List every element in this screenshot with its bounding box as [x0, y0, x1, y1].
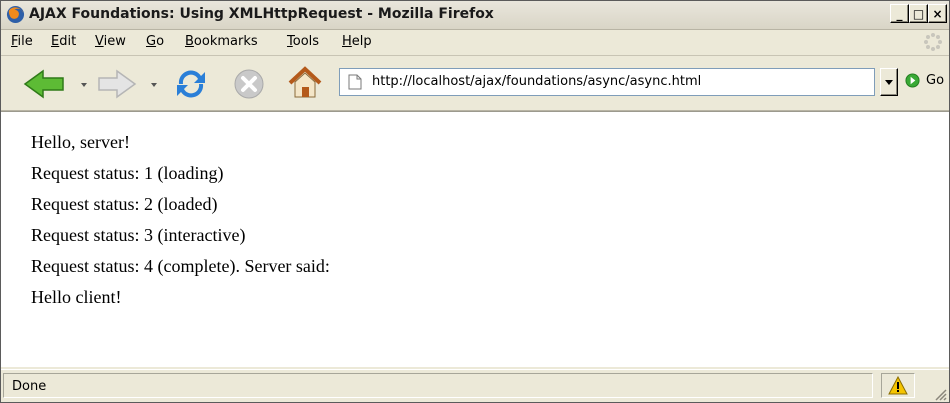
status-bar: Done [1, 369, 949, 402]
go-label: Go [926, 73, 945, 88]
content-line: Request status: 3 (interactive) [31, 225, 246, 245]
go-button[interactable]: Go [905, 73, 944, 88]
menu-view[interactable]: View [95, 34, 126, 49]
content-line: Hello client! [31, 287, 122, 307]
url-dropdown-button[interactable] [880, 68, 898, 96]
back-icon[interactable] [23, 69, 67, 99]
content-line: Request status: 2 (loaded) [31, 194, 218, 214]
menu-tools[interactable]: Tools [287, 34, 319, 49]
forward-history-dropdown[interactable] [151, 83, 157, 87]
home-icon[interactable] [287, 66, 323, 100]
url-bar[interactable]: http://localhost/ajax/foundations/async/… [339, 68, 875, 96]
stop-icon[interactable] [233, 68, 265, 100]
page-icon [348, 74, 362, 90]
throbber-icon [924, 33, 942, 51]
maximize-button[interactable]: □ [909, 4, 928, 23]
menu-edit[interactable]: Edit [51, 34, 76, 49]
back-history-dropdown[interactable] [81, 83, 87, 87]
status-warning-panel[interactable] [881, 373, 915, 398]
url-text[interactable]: http://localhost/ajax/foundations/async/… [372, 74, 701, 89]
content-line: Request status: 4 (complete). Server sai… [31, 256, 330, 276]
content-line: Hello, server! [31, 132, 130, 152]
forward-icon[interactable] [97, 69, 137, 99]
minimize-button[interactable]: _ [890, 4, 909, 23]
resize-grip-icon[interactable] [933, 387, 947, 401]
firefox-logo-icon [6, 5, 25, 24]
content-line: Request status: 1 (loading) [31, 163, 224, 183]
page-content: Hello, server! Request status: 1 (loadin… [1, 111, 949, 367]
status-text: Done [12, 379, 47, 394]
navigation-toolbar: http://localhost/ajax/foundations/async/… [1, 56, 949, 111]
title-bar[interactable]: AJAX Foundations: Using XMLHttpRequest -… [1, 1, 949, 30]
menu-file[interactable]: File [11, 34, 33, 49]
window-title: AJAX Foundations: Using XMLHttpRequest -… [29, 6, 494, 22]
reload-icon[interactable] [173, 66, 209, 102]
close-button[interactable]: × [928, 4, 947, 23]
menu-bar: File Edit View Go Bookmarks Tools Help [1, 30, 949, 56]
warning-icon[interactable] [888, 376, 908, 395]
status-panel: Done [3, 373, 873, 398]
menu-bookmarks[interactable]: Bookmarks [185, 34, 258, 49]
menu-go[interactable]: Go [146, 34, 164, 49]
menu-help[interactable]: Help [342, 34, 372, 49]
browser-window: AJAX Foundations: Using XMLHttpRequest -… [0, 0, 950, 403]
go-arrow-icon [905, 73, 920, 88]
